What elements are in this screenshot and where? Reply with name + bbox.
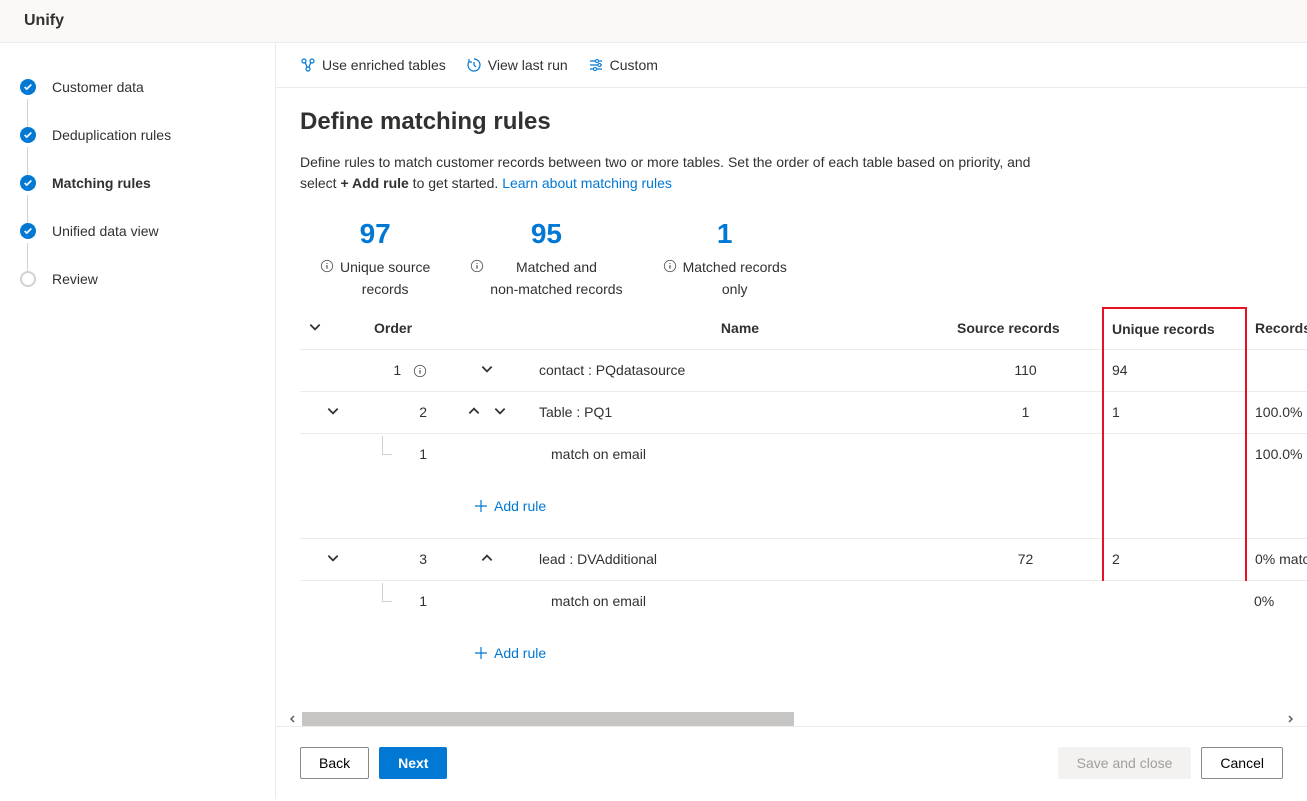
chevron-down-icon[interactable]: [326, 551, 340, 565]
th-name: Name: [531, 308, 949, 350]
scroll-right-icon[interactable]: [1285, 714, 1295, 724]
row-source: 110: [949, 349, 1103, 391]
check-icon: [20, 127, 36, 143]
next-button[interactable]: Next: [379, 747, 447, 779]
sub-row-matched: 100.0%: [1246, 433, 1307, 474]
toolbar-label: Use enriched tables: [322, 57, 446, 73]
step-customer-data[interactable]: Customer data: [8, 63, 267, 111]
toolbar-label: Custom: [610, 57, 658, 73]
sub-row-name: match on email: [531, 433, 949, 474]
toolbar: Use enriched tables View last run Custom: [276, 43, 1307, 88]
info-icon[interactable]: [663, 259, 677, 273]
stat-matched-nonmatched: 95 Matched andnon-matched records: [470, 218, 622, 301]
info-icon[interactable]: [470, 259, 484, 273]
table-row: 3 lead : DVAdditional 72 2 0% matche: [300, 538, 1307, 580]
th-source: Source records: [949, 308, 1103, 350]
add-rule-button[interactable]: Add rule: [374, 633, 1307, 673]
chevron-down-icon[interactable]: [480, 362, 494, 376]
step-matching-rules[interactable]: Matching rules: [8, 159, 267, 207]
main-panel: Use enriched tables View last run Custom…: [275, 43, 1307, 799]
stat-label: Matched andnon-matched records: [490, 256, 622, 301]
row-matched: [1246, 349, 1307, 391]
circle-icon: [20, 271, 36, 287]
chevron-down-icon[interactable]: [308, 320, 322, 334]
row-matched: 0% matche: [1246, 538, 1307, 580]
add-rule-row: Add rule: [300, 474, 1307, 539]
row-unique: 94: [1103, 349, 1246, 391]
matching-rules-table: Order Name Source records Unique records…: [300, 307, 1307, 685]
chevron-down-icon[interactable]: [326, 404, 340, 418]
save-close-button: Save and close: [1058, 747, 1192, 779]
view-last-run-button[interactable]: View last run: [466, 57, 568, 73]
toolbar-label: View last run: [488, 57, 568, 73]
back-button[interactable]: Back: [300, 747, 369, 779]
stat-matched-only: 1 Matched recordsonly: [663, 218, 787, 301]
horizontal-scrollbar[interactable]: [276, 712, 1307, 726]
info-icon[interactable]: [413, 364, 427, 378]
page-header: Unify: [0, 0, 1307, 43]
chevron-up-icon[interactable]: [467, 404, 481, 418]
step-label: Deduplication rules: [52, 127, 171, 143]
stat-label: Unique sourcerecords: [340, 256, 430, 301]
check-icon: [20, 223, 36, 239]
th-order: Order: [366, 308, 443, 350]
sliders-icon: [588, 57, 604, 73]
stat-unique-source: 97 Unique sourcerecords: [320, 218, 430, 301]
learn-more-link[interactable]: Learn about matching rules: [502, 175, 672, 191]
info-icon[interactable]: [320, 259, 334, 273]
enriched-icon: [300, 57, 316, 73]
add-rule-button[interactable]: Add rule: [374, 486, 941, 526]
row-source: 72: [949, 538, 1103, 580]
scroll-left-icon[interactable]: [288, 714, 298, 724]
th-matched: Records ma: [1246, 308, 1307, 350]
step-deduplication[interactable]: Deduplication rules: [8, 111, 267, 159]
step-label: Customer data: [52, 79, 144, 95]
table-row: 1 contact : PQdatasource 110 94: [300, 349, 1307, 391]
step-review[interactable]: Review: [8, 255, 267, 303]
row-unique: 1: [1103, 391, 1246, 433]
chevron-down-icon[interactable]: [493, 404, 507, 418]
wizard-sidebar: Customer data Deduplication rules Matchi…: [0, 43, 275, 799]
row-unique: 2: [1103, 538, 1246, 580]
stats-row: 97 Unique sourcerecords 95 Matched andno…: [300, 218, 1283, 301]
row-name: lead : DVAdditional: [531, 538, 949, 580]
step-label: Unified data view: [52, 223, 159, 239]
check-icon: [20, 79, 36, 95]
chevron-up-icon[interactable]: [480, 551, 494, 565]
step-unified-view[interactable]: Unified data view: [8, 207, 267, 255]
row-name: Table : PQ1: [531, 391, 949, 433]
step-label: Matching rules: [52, 175, 151, 191]
step-label: Review: [52, 271, 98, 287]
stat-label: Matched recordsonly: [683, 256, 787, 301]
header-title: Unify: [24, 12, 1283, 30]
page-description: Define rules to match customer records b…: [300, 152, 1040, 194]
page-title: Define matching rules: [300, 108, 1283, 136]
stat-value: 97: [320, 218, 430, 250]
stat-value: 95: [470, 218, 622, 250]
table-sub-row: 1 match on email 100.0%: [300, 433, 1307, 474]
scrollbar-thumb[interactable]: [302, 712, 794, 726]
footer: Back Next Save and close Cancel: [276, 726, 1307, 799]
check-icon: [20, 175, 36, 191]
table-row: 2 Table : PQ1 1 1 100.0% ma: [300, 391, 1307, 433]
table-sub-row: 1 match on email 0%: [300, 580, 1307, 621]
use-enriched-button[interactable]: Use enriched tables: [300, 57, 446, 73]
row-source: 1: [949, 391, 1103, 433]
row-matched: 100.0% ma: [1246, 391, 1307, 433]
custom-button[interactable]: Custom: [588, 57, 658, 73]
plus-icon: [474, 646, 488, 660]
stat-value: 1: [663, 218, 787, 250]
cancel-button[interactable]: Cancel: [1201, 747, 1283, 779]
plus-icon: [474, 499, 488, 513]
history-icon: [466, 57, 482, 73]
sub-row-name: match on email: [531, 580, 949, 621]
row-name: contact : PQdatasource: [531, 349, 949, 391]
add-rule-row: Add rule: [300, 621, 1307, 685]
th-unique: Unique records: [1103, 308, 1246, 350]
sub-row-matched: 0%: [1246, 580, 1307, 621]
